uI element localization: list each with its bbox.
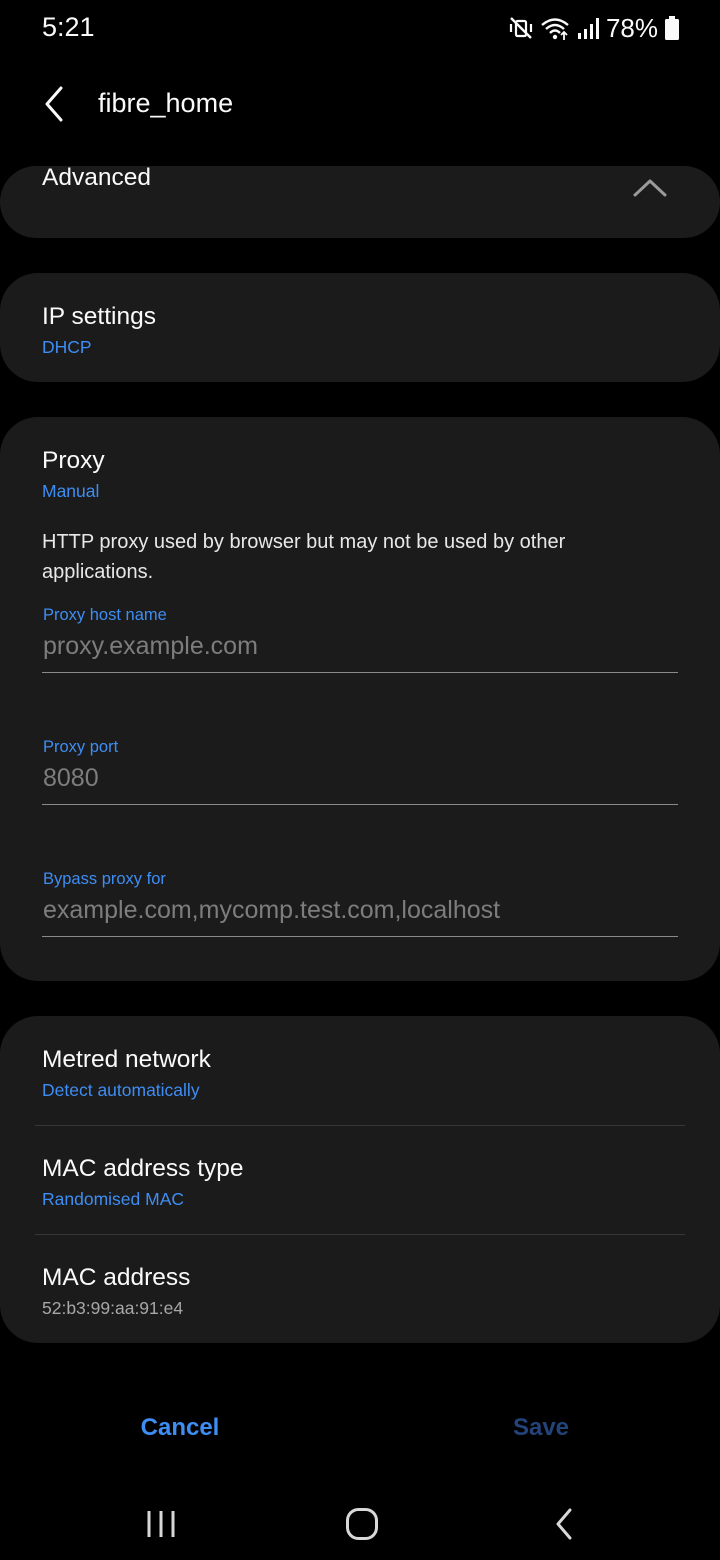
bypass-proxy-input[interactable]	[42, 890, 678, 930]
mac-address-title: MAC address	[42, 1264, 191, 1291]
proxy-value: Manual	[42, 481, 100, 501]
mute-vibrate-icon	[508, 15, 534, 41]
ip-settings-title: IP settings	[42, 303, 156, 330]
system-nav-bar	[0, 1488, 720, 1560]
chevron-left-icon	[45, 86, 63, 122]
proxy-port-input[interactable]	[42, 758, 678, 798]
back-arrow-icon	[556, 1508, 572, 1540]
mac-address-item: MAC address 52:b3:99:aa:91:e4	[0, 1234, 720, 1343]
wifi-icon	[540, 15, 570, 41]
status-time: 5:21	[42, 12, 95, 42]
metred-network-value: Detect automatically	[42, 1080, 200, 1100]
proxy-port-underline	[42, 804, 678, 805]
status-icons: 78%	[508, 12, 680, 44]
proxy-title: Proxy	[42, 447, 105, 474]
proxy-port-field: Proxy port	[42, 738, 678, 818]
page-title: fibre_home	[98, 88, 234, 118]
battery-icon	[664, 15, 680, 41]
proxy-description: HTTP proxy used by browser but may not b…	[42, 531, 566, 583]
proxy-port-label: Proxy port	[43, 738, 119, 756]
recent-apps-button[interactable]	[131, 1502, 191, 1546]
save-button[interactable]: Save	[441, 1406, 641, 1450]
bypass-proxy-field: Bypass proxy for	[42, 870, 678, 950]
mac-address-type-item[interactable]: MAC address type Randomised MAC	[0, 1125, 720, 1234]
app-header: fibre_home	[0, 70, 720, 138]
proxy-host-underline	[42, 672, 678, 673]
back-button[interactable]	[30, 82, 78, 126]
metred-network-item[interactable]: Metred network Detect automatically	[0, 1016, 720, 1125]
mac-address-type-title: MAC address type	[42, 1155, 244, 1182]
recent-apps-icon	[147, 1511, 175, 1537]
mac-address-type-value: Randomised MAC	[42, 1189, 184, 1209]
advanced-title: Advanced	[42, 164, 151, 191]
ip-settings-item[interactable]: IP settings DHCP	[0, 273, 720, 382]
ip-settings-value: DHCP	[42, 337, 92, 357]
status-bar: 5:21 78%	[0, 0, 720, 56]
proxy-host-label: Proxy host name	[43, 606, 167, 624]
proxy-host-input[interactable]	[42, 626, 678, 666]
advanced-section-toggle[interactable]: Advanced	[0, 164, 720, 238]
chevron-up-icon	[633, 179, 667, 197]
system-back-button[interactable]	[534, 1502, 594, 1546]
network-options-section: Metred network Detect automatically MAC …	[0, 1016, 720, 1343]
bypass-proxy-label: Bypass proxy for	[43, 870, 166, 888]
proxy-host-field: Proxy host name	[42, 606, 678, 686]
home-icon	[346, 1508, 378, 1540]
home-button[interactable]	[332, 1502, 392, 1546]
proxy-section: Proxy Manual HTTP proxy used by browser …	[0, 417, 720, 981]
proxy-item[interactable]: Proxy Manual	[0, 417, 720, 513]
cancel-button[interactable]: Cancel	[80, 1406, 280, 1450]
bypass-proxy-underline	[42, 936, 678, 937]
battery-percent: 78%	[605, 12, 658, 43]
signal-icon	[576, 15, 600, 41]
metred-network-title: Metred network	[42, 1046, 211, 1073]
mac-address-value: 52:b3:99:aa:91:e4	[42, 1298, 184, 1318]
